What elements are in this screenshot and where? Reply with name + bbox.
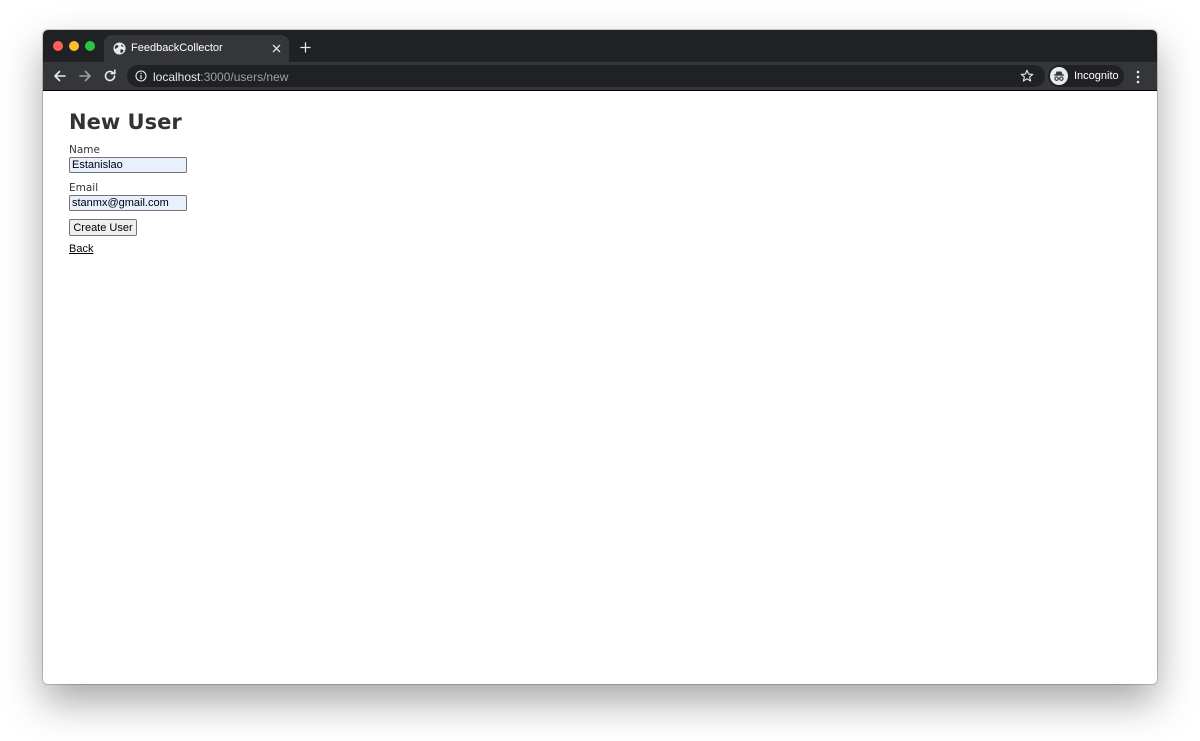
create-user-button[interactable]: Create User [69, 219, 137, 236]
page-title: New User [69, 110, 182, 134]
tab-strip: FeedbackCollector [43, 30, 1157, 62]
url-text[interactable]: localhost:3000/users/new [153, 70, 288, 84]
email-input[interactable] [69, 195, 187, 211]
globe-icon [113, 42, 126, 55]
name-input[interactable] [69, 157, 187, 173]
incognito-icon [1050, 67, 1068, 85]
browser-toolbar: localhost:3000/users/new Incognito [43, 62, 1157, 91]
browser-tab[interactable]: FeedbackCollector [104, 35, 289, 62]
more-vertical-icon[interactable] [1135, 70, 1141, 84]
page-content: New User Name Email Create User Back [43, 91, 1157, 684]
close-icon[interactable] [272, 44, 281, 53]
address-bar[interactable]: localhost:3000/users/new [127, 65, 1045, 87]
zoom-window-button[interactable] [85, 41, 95, 51]
reload-icon[interactable] [102, 68, 118, 84]
back-arrow-icon[interactable] [52, 68, 68, 84]
close-window-button[interactable] [53, 41, 63, 51]
browser-window: FeedbackCollector localhost:3000/users/n… [43, 30, 1157, 684]
new-tab-plus-icon[interactable] [300, 42, 311, 53]
tab-title: FeedbackCollector [131, 42, 223, 54]
url-path: :3000/users/new [200, 70, 289, 84]
bookmark-star-icon[interactable] [1020, 69, 1034, 83]
url-host: localhost [153, 70, 201, 84]
incognito-profile-button[interactable]: Incognito [1048, 65, 1124, 87]
back-link[interactable]: Back [69, 243, 93, 255]
email-label: Email [69, 182, 99, 194]
info-icon[interactable] [135, 70, 147, 82]
name-label: Name [69, 144, 100, 156]
minimize-window-button[interactable] [69, 41, 79, 51]
forward-arrow-icon[interactable] [77, 68, 93, 84]
profile-label: Incognito [1074, 70, 1119, 82]
